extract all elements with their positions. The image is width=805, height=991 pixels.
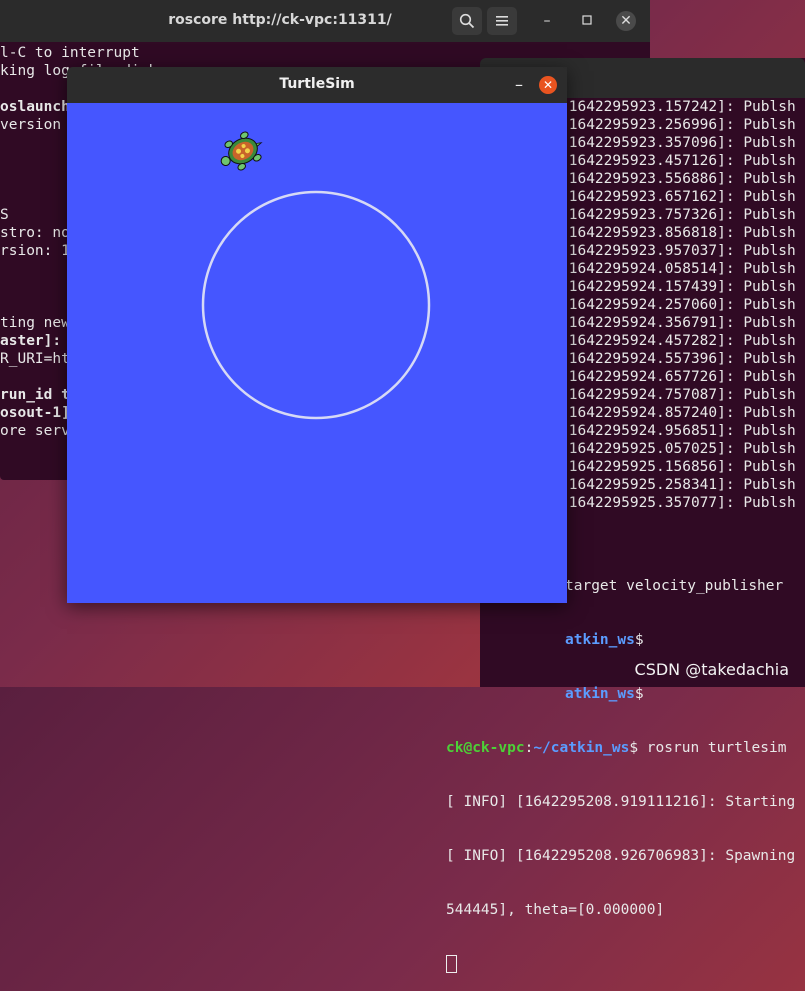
terminal-log-line: [1642295923.757326]: Publsh t bbox=[560, 207, 805, 223]
minimize-icon[interactable]: – bbox=[515, 75, 523, 94]
terminal-log-line: [1642295924.857240]: Publsh t bbox=[560, 405, 805, 421]
roscore-terminal-titlebar[interactable]: roscore http://ck-vpc:11311/ – ✕ bbox=[0, 0, 650, 42]
info-line: [ INFO] [1642295208.926706983]: Spawning bbox=[446, 848, 796, 864]
turtlesim-titlebar[interactable]: TurtleSim – ✕ bbox=[67, 67, 567, 103]
hamburger-menu-icon[interactable] bbox=[487, 7, 517, 35]
prompt-path: ~/catkin_ws bbox=[533, 740, 630, 756]
terminal-log-line: [1642295925.258341]: Publsh t bbox=[560, 477, 805, 493]
terminal-log-line: [1642295923.357096]: Publsh t bbox=[560, 135, 805, 151]
terminal-cursor[interactable] bbox=[446, 955, 457, 973]
csdn-watermark: CSDN @takedachia bbox=[634, 660, 789, 679]
turtle-trail-circle bbox=[201, 190, 431, 420]
terminal-log-line: [1642295924.457282]: Publsh t bbox=[560, 333, 805, 349]
info-line: [ INFO] [1642295208.919111216]: Starting bbox=[446, 794, 796, 810]
terminal-line: l-C to interrupt bbox=[0, 45, 140, 61]
terminal-log-line: [1642295924.956851]: Publsh t bbox=[560, 423, 805, 439]
terminal-log-line: [1642295925.357077]: Publsh t bbox=[560, 495, 805, 511]
terminal-log-line: [1642295924.058514]: Publsh t bbox=[560, 261, 805, 277]
minimize-icon[interactable]: – bbox=[537, 11, 557, 31]
info-line: 544445], theta=[0.000000] bbox=[446, 902, 665, 918]
terminal-log-line: [1642295923.657162]: Publsh t bbox=[560, 189, 805, 205]
terminal-log-line: [1642295924.557396]: Publsh t bbox=[560, 351, 805, 367]
terminal-log-line: [1642295923.556886]: Publsh t bbox=[560, 171, 805, 187]
search-icon[interactable] bbox=[452, 7, 482, 35]
terminal-log-line: [1642295923.157242]: Publsh t bbox=[560, 99, 805, 115]
terminal-line: target velocity_publisher bbox=[565, 578, 784, 594]
command-text: $ rosrun turtlesim bbox=[629, 740, 787, 756]
turtlesim-window: TurtleSim – ✕ bbox=[67, 67, 567, 603]
maximize-icon[interactable] bbox=[577, 11, 597, 31]
terminal-log-line: [1642295924.257060]: Publsh t bbox=[560, 297, 805, 313]
terminal-log-line: [1642295923.457126]: Publsh t bbox=[560, 153, 805, 169]
prompt-path: atkin_ws bbox=[565, 686, 635, 702]
terminal-log-line: [1642295924.657726]: Publsh t bbox=[560, 369, 805, 385]
turtlesim-canvas bbox=[67, 103, 567, 603]
turtlesim-title: TurtleSim bbox=[279, 76, 355, 92]
terminal-log-line: [1642295924.157439]: Publsh t bbox=[560, 279, 805, 295]
publisher-terminal-output: [1642295923.157242]: Publsh t [1642295923… bbox=[560, 98, 805, 512]
prompt-path: atkin_ws bbox=[565, 632, 635, 648]
turtle-drawing bbox=[201, 131, 431, 420]
prompt-user: ck@ck-vpc bbox=[446, 740, 525, 756]
terminal-log-line: [1642295924.757087]: Publsh t bbox=[560, 387, 805, 403]
terminal-log-line: [1642295925.156856]: Publsh t bbox=[560, 459, 805, 475]
publisher-terminal-bottom: target velocity_publisher atkin_ws$ atki… bbox=[446, 541, 795, 991]
terminal-log-line: [1642295923.957037]: Publsh t bbox=[560, 243, 805, 259]
terminal-log-line: [1642295925.057025]: Publsh t bbox=[560, 441, 805, 457]
terminal-log-line: [1642295923.856818]: Publsh t bbox=[560, 225, 805, 241]
terminal-log-line: [1642295924.356791]: Publsh t bbox=[560, 315, 805, 331]
close-icon[interactable]: ✕ bbox=[539, 76, 557, 94]
turtle-icon bbox=[220, 131, 263, 171]
terminal-log-line: [1642295923.256996]: Publsh t bbox=[560, 117, 805, 133]
close-icon[interactable]: ✕ bbox=[616, 11, 636, 31]
